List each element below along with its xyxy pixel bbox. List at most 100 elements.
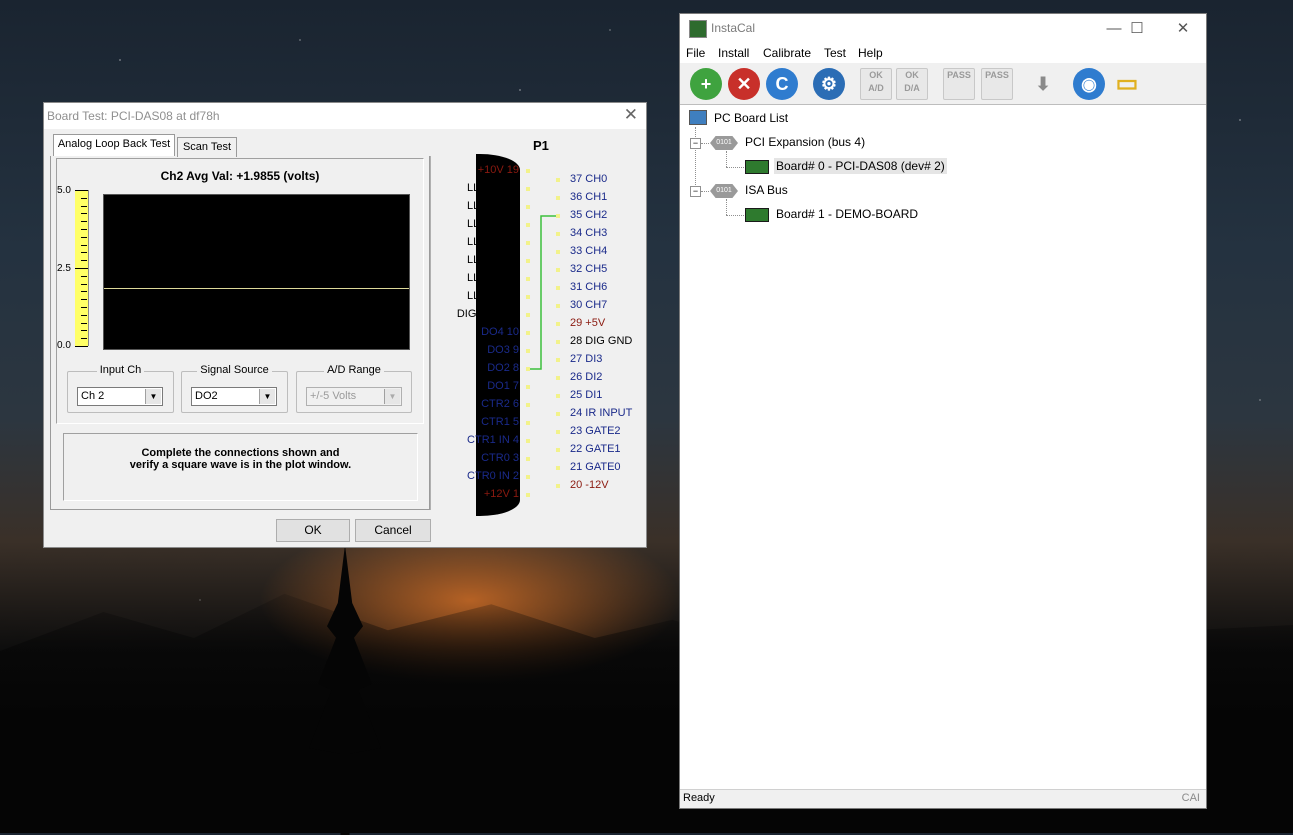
close-icon[interactable]: ✕: [624, 105, 638, 125]
menu-test[interactable]: Test: [824, 46, 846, 60]
refresh-icon[interactable]: C: [766, 68, 798, 100]
pin-label: LLGND 15: [467, 236, 519, 248]
y-tick: [81, 322, 87, 324]
pin-14: [526, 259, 530, 263]
y-tick: [81, 307, 87, 308]
chevron-down-icon[interactable]: ▼: [259, 389, 275, 404]
pin-label: 34 CH3: [570, 227, 608, 239]
pin-label: CTR1 IN 4: [467, 434, 519, 446]
bus-icon: 0101: [710, 136, 738, 150]
pin-24: [556, 412, 560, 416]
chevron-down-icon: ▼: [384, 389, 400, 404]
download-icon[interactable]: ⬇: [1027, 68, 1059, 100]
input-ch-group: Input Ch Ch 2 ▼: [67, 364, 174, 413]
close-icon[interactable]: ✕: [1163, 18, 1203, 40]
pin-label: CTR0 3: [481, 452, 519, 464]
pin-label: DO2 8: [487, 362, 519, 374]
tree-bus-isa[interactable]: ISA Bus: [745, 183, 788, 197]
calibrate-ad-icon[interactable]: OK A/D: [860, 68, 892, 100]
globe-icon[interactable]: ◉: [1073, 68, 1105, 100]
pin-label: +12V 1: [483, 488, 519, 500]
board-icon: [745, 208, 769, 222]
pin-label: CTR0 IN 2: [467, 470, 519, 482]
pin-label: 27 DI3: [570, 353, 603, 365]
pin-label: +10V 19: [477, 164, 519, 176]
board-icon: [745, 160, 769, 174]
y-tick: [81, 299, 87, 301]
pin-5: [526, 421, 530, 425]
ok-button[interactable]: OK: [276, 519, 350, 542]
test-scan-icon[interactable]: PASS: [981, 68, 1013, 100]
status-indicator: CAI: [1181, 792, 1200, 804]
board-test-title: Board Test: PCI-DAS08 at df78h: [47, 109, 220, 123]
pin-label: LLGND 17: [467, 200, 519, 212]
instacal-app-icon: [689, 20, 707, 38]
pin-label: 32 CH5: [570, 263, 608, 275]
pin-label: LLGND 18: [467, 182, 519, 194]
menu-calibrate[interactable]: Calibrate: [763, 46, 811, 60]
tree-board-1[interactable]: Board# 1 - DEMO-BOARD: [776, 207, 918, 221]
menu-help[interactable]: Help: [858, 46, 883, 60]
y-tick: [81, 330, 87, 332]
board-test-titlebar[interactable]: Board Test: PCI-DAS08 at df78h ✕: [44, 103, 646, 129]
pin-18: [526, 187, 530, 191]
pin-26: [556, 376, 560, 380]
pin-13: [526, 277, 530, 281]
add-board-icon[interactable]: +: [690, 68, 722, 100]
pin-6: [526, 403, 530, 407]
pin-label: LLGND 13: [467, 272, 519, 284]
collapse-icon[interactable]: −: [690, 138, 701, 149]
pin-22: [556, 448, 560, 452]
pin-19: [526, 169, 530, 173]
signal-source-value: DO2: [195, 390, 218, 402]
plot-window: [103, 194, 410, 350]
pin-28: [556, 340, 560, 344]
y-tick: [81, 291, 87, 293]
chevron-down-icon[interactable]: ▼: [145, 389, 161, 404]
pin-label: 28 DIG GND: [570, 335, 633, 347]
pin-label: DO3 9: [487, 344, 519, 356]
tab-analog-loop-back-test[interactable]: Analog Loop Back Test: [53, 134, 175, 156]
maximize-icon[interactable]: ☐: [1117, 18, 1157, 40]
tree-board-0[interactable]: Board# 0 - PCI-DAS08 (dev# 2): [774, 158, 947, 174]
menu-file[interactable]: File: [686, 46, 705, 60]
input-ch-select[interactable]: Ch 2 ▼: [77, 387, 163, 406]
signal-source-select[interactable]: DO2 ▼: [191, 387, 277, 406]
ad-range-value: +/-5 Volts: [310, 390, 357, 402]
ad-range-group: A/D Range +/-5 Volts ▼: [296, 364, 412, 413]
menu-bar: File Install Calibrate Test Help: [680, 44, 1206, 63]
tree-root-label[interactable]: PC Board List: [714, 111, 788, 125]
y-tick: [75, 268, 88, 269]
tree-bus-pci[interactable]: PCI Expansion (bus 4): [745, 135, 865, 149]
pin-1: [526, 493, 530, 497]
cancel-button[interactable]: Cancel: [355, 519, 431, 542]
tab-scan-test[interactable]: Scan Test: [177, 137, 237, 157]
pin-label: 25 DI1: [570, 389, 603, 401]
instacal-titlebar[interactable]: InstaCal — ☐ ✕: [680, 14, 1206, 44]
pin-20: [556, 484, 560, 488]
pin-4: [526, 439, 530, 443]
menu-install[interactable]: Install: [718, 46, 749, 60]
y-tick: [81, 260, 87, 262]
pin-37: [556, 178, 560, 182]
pin-32: [556, 268, 560, 272]
pin-label: 35 CH2: [570, 209, 608, 221]
test-icon[interactable]: PASS: [943, 68, 975, 100]
bus-icon: 0101: [710, 184, 738, 198]
pin-label: 21 GATE0: [570, 461, 621, 473]
y-tick-label: 0.0: [57, 340, 71, 351]
folder-icon[interactable]: ▭: [1111, 68, 1143, 100]
pin-8: [526, 367, 530, 371]
y-tick: [81, 236, 87, 238]
input-ch-legend: Input Ch: [96, 364, 145, 376]
pin-35: [556, 214, 560, 218]
pin-12: [526, 295, 530, 299]
pin-label: LLGND 16: [467, 218, 519, 230]
pin-16: [526, 223, 530, 227]
configure-icon[interactable]: ⚙: [813, 68, 845, 100]
status-text: Ready: [683, 792, 715, 804]
calibrate-da-icon[interactable]: OK D/A: [896, 68, 928, 100]
collapse-icon[interactable]: −: [690, 186, 701, 197]
remove-board-icon[interactable]: ✕: [728, 68, 760, 100]
pin-label: 37 CH0: [570, 173, 608, 185]
